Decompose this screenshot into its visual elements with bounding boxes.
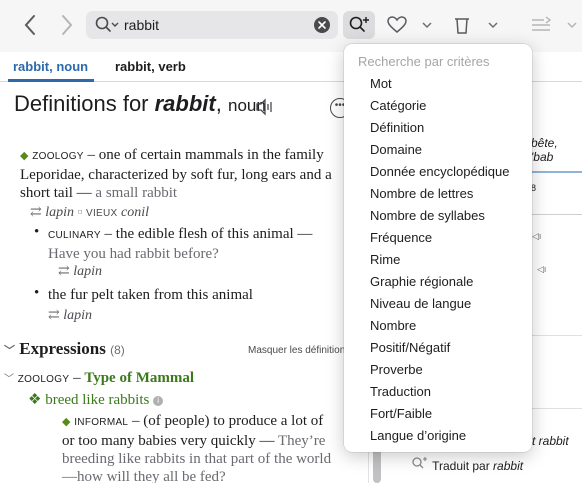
right-panel-text-1: bête, 'bab: [531, 136, 558, 164]
translated-by-word: rabbit: [493, 459, 524, 473]
bullet-icon: •: [34, 224, 40, 240]
menu-item-niveau-de-langue[interactable]: Niveau de langue: [370, 296, 471, 311]
synonym-link-2[interactable]: conil: [121, 205, 149, 220]
synonym-register-label: vieux: [85, 208, 118, 219]
bullet-icon: •: [34, 285, 40, 301]
speaker-icon[interactable]: [255, 98, 275, 116]
trash-menu-chevron-icon[interactable]: [485, 17, 501, 33]
tab-rabbit-verb[interactable]: rabbit, verb: [115, 59, 186, 74]
menu-item-categorie[interactable]: Catégorie: [370, 98, 426, 113]
chevron-down-icon[interactable]: ﹀: [4, 345, 15, 357]
trash-icon: [455, 18, 469, 34]
trash-button[interactable]: [450, 13, 474, 37]
synonym-separator: ▫: [74, 205, 86, 220]
page-title: Definitions for rabbit, noun: [14, 91, 266, 117]
sense-label: culinary: [48, 230, 101, 241]
list-button[interactable]: [528, 13, 554, 37]
synonym-link[interactable]: lapin: [45, 205, 74, 220]
menu-item-frequence[interactable]: Fréquence: [370, 230, 432, 245]
advanced-search-button[interactable]: [343, 11, 375, 39]
menu-item-graphie-regionale[interactable]: Graphie régionale: [370, 274, 473, 289]
expressions-title: Expressions: [19, 339, 106, 358]
sense-3: the fur pelt taken from this animal: [48, 287, 253, 303]
search-icon[interactable]: [94, 15, 120, 35]
sense-label: informal: [74, 417, 129, 428]
menu-item-rime[interactable]: Rime: [370, 252, 400, 267]
menu-item-definition[interactable]: Définition: [370, 120, 424, 135]
back-button[interactable]: [18, 12, 42, 38]
sense-example: Have you had rabbit before?: [48, 246, 219, 262]
synonym-line-3: ⇄ lapin: [48, 307, 92, 324]
expressions-count: (8): [110, 343, 125, 357]
menu-item-fort-faible[interactable]: Fort/Faible: [370, 406, 432, 421]
info-icon[interactable]: i: [153, 396, 164, 406]
sense-2: culinary – the edible flesh of this anim…: [48, 225, 338, 263]
clear-search-icon[interactable]: [314, 17, 330, 33]
tab-rabbit-noun[interactable]: rabbit, noun: [13, 59, 88, 74]
title-prefix: Definitions for: [14, 91, 155, 116]
translated-by-label: Traduit par: [432, 459, 494, 473]
translated-by-row[interactable]: Traduit par rabbit: [411, 456, 523, 473]
title-word: rabbit: [154, 91, 216, 116]
menu-item-nombre[interactable]: Nombre: [370, 318, 416, 333]
speaker-icon[interactable]: ◁ı: [532, 231, 541, 242]
chevron-down-icon[interactable]: ﹀: [4, 374, 14, 385]
sense-example: a small rabbit: [95, 185, 178, 201]
menu-item-traduction[interactable]: Traduction: [370, 384, 431, 399]
search-plus-icon: [349, 16, 369, 32]
menu-item-donnee-encyclopedique[interactable]: Donnée encyclopédique: [370, 164, 510, 179]
sense-label: zoology: [32, 151, 84, 162]
synonym-line-1: ⇄ lapin ▫ vieux conil: [30, 204, 149, 221]
hide-definitions-link[interactable]: Masquer les définitions: [248, 345, 350, 356]
menu-item-positif-negatif[interactable]: Positif/Négatif: [370, 340, 450, 355]
list-icon: [532, 16, 552, 31]
chevron-left-icon: [24, 15, 35, 35]
active-tab-indicator: [8, 79, 94, 82]
expression-item[interactable]: ❖ breed like rabbits i: [28, 390, 164, 409]
menu-item-proverbe[interactable]: Proverbe: [370, 362, 423, 377]
menu-item-nombre-de-lettres[interactable]: Nombre de lettres: [370, 186, 473, 201]
definition-pane: Definitions for rabbit, noun ••• ◆ zoolo…: [0, 83, 368, 483]
sense-text: – the edible flesh of this animal —: [100, 226, 313, 242]
title-separator: ,: [215, 91, 228, 116]
expression-phrase[interactable]: breed like rabbits: [45, 392, 149, 408]
menu-header: Recherche par critères: [358, 54, 490, 69]
expression-sense: ◆ informal – (of people) to produce a lo…: [62, 412, 332, 483]
sense-1: ◆ zoology – one of certain mammals in th…: [20, 146, 340, 202]
synonym-link[interactable]: lapin: [73, 264, 102, 279]
group-label: zoology: [17, 374, 70, 385]
menu-item-domaine[interactable]: Domaine: [370, 142, 422, 157]
right-panel-rule: [531, 214, 582, 215]
synonym-line-2: ⇄ lapin: [58, 263, 102, 280]
group-dash: –: [69, 370, 85, 386]
list-menu-chevron-icon[interactable]: [565, 17, 579, 33]
swap-arrows-icon: ⇄: [58, 264, 70, 279]
forward-button[interactable]: [55, 12, 79, 38]
right-panel-text-3: t rabbit: [532, 434, 569, 448]
criteria-search-menu: Recherche par critères Mot Catégorie Déf…: [344, 44, 532, 452]
synonym-link[interactable]: lapin: [63, 308, 92, 323]
favorites-button[interactable]: [385, 13, 409, 37]
search-plus-icon: [411, 457, 432, 473]
menu-item-mot[interactable]: Mot: [370, 76, 392, 91]
speaker-icon[interactable]: ◁ı: [537, 264, 546, 275]
search-field[interactable]: rabbit: [86, 11, 338, 39]
right-panel-rule: [531, 408, 582, 409]
right-panel-rule: [531, 335, 582, 336]
swap-arrows-icon: ⇄: [30, 205, 42, 220]
group-title: Type of Mammal: [84, 370, 195, 386]
favorites-menu-chevron-icon[interactable]: [419, 17, 435, 33]
swap-arrows-icon: ⇄: [48, 308, 60, 323]
expression-group: ﹀ zoology – Type of Mammal: [4, 370, 194, 387]
heart-icon: [387, 16, 407, 33]
search-input[interactable]: rabbit: [124, 17, 159, 33]
diamond-outline-icon: ❖: [28, 392, 42, 408]
diamond-icon: ◆: [20, 150, 29, 162]
menu-item-nombre-de-syllabes[interactable]: Nombre de syllabes: [370, 208, 485, 223]
expressions-header[interactable]: ﹀ Expressions (8): [4, 339, 125, 359]
diamond-icon: ◆: [62, 416, 71, 428]
right-panel-rule: [531, 171, 582, 173]
menu-item-langue-d-origine[interactable]: Langue d’origine: [370, 428, 466, 443]
chevron-right-icon: [62, 15, 73, 35]
